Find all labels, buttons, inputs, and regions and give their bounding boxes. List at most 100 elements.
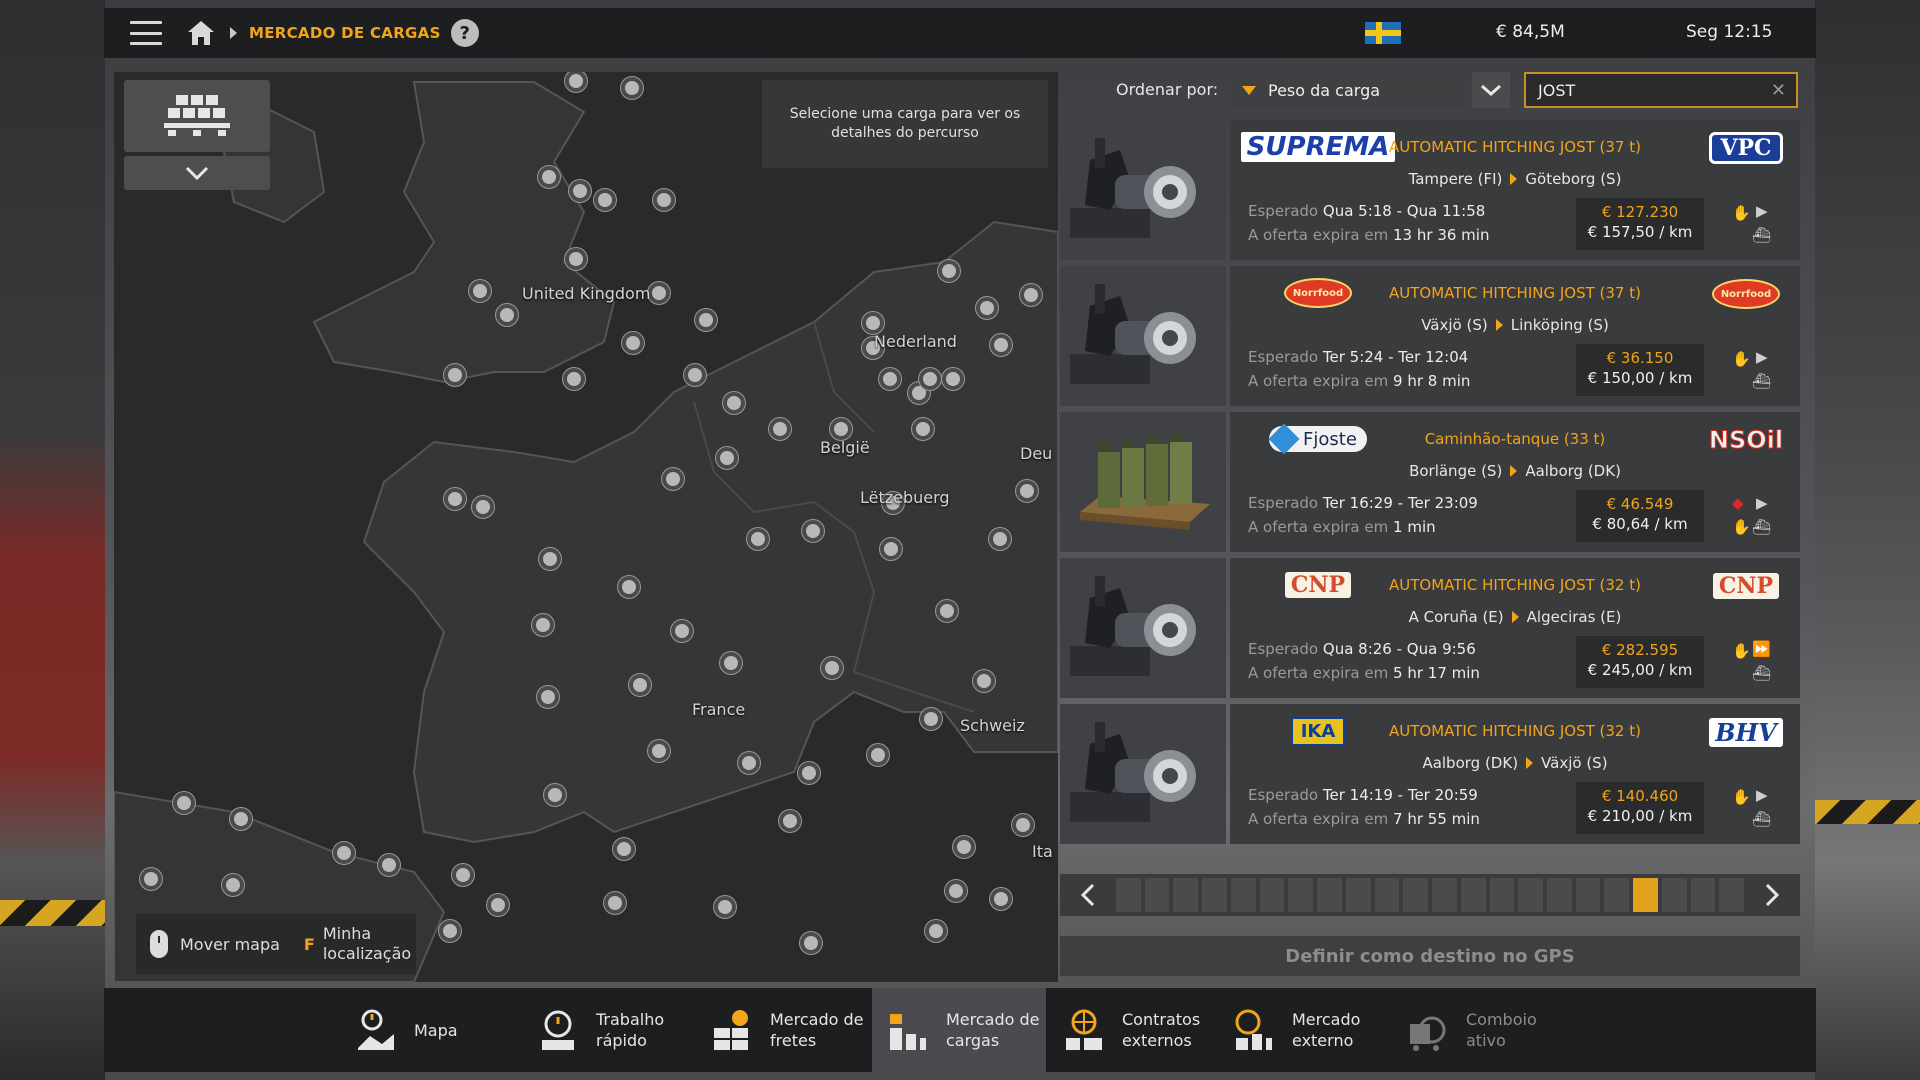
city-marker[interactable]	[537, 686, 559, 708]
city-marker[interactable]	[487, 894, 509, 916]
city-marker[interactable]	[945, 880, 967, 902]
city-marker[interactable]	[496, 304, 518, 326]
city-marker[interactable]	[653, 189, 675, 211]
city-marker[interactable]	[779, 810, 801, 832]
city-marker[interactable]	[613, 838, 635, 860]
city-marker[interactable]	[942, 368, 964, 390]
city-marker[interactable]	[990, 334, 1012, 356]
city-marker[interactable]	[936, 600, 958, 622]
nav-map[interactable]: Mapa	[354, 988, 514, 1072]
city-marker[interactable]	[830, 418, 852, 440]
city-marker[interactable]	[618, 576, 640, 598]
city-marker[interactable]	[714, 896, 736, 918]
city-marker[interactable]	[569, 180, 591, 202]
page-dot[interactable]	[1116, 878, 1141, 912]
city-marker[interactable]	[333, 842, 355, 864]
city-marker[interactable]	[798, 762, 820, 784]
page-dot[interactable]	[1173, 878, 1199, 912]
city-marker[interactable]	[1020, 284, 1042, 306]
city-marker[interactable]	[1012, 814, 1034, 836]
city-marker[interactable]	[976, 297, 998, 319]
city-marker[interactable]	[716, 447, 738, 469]
city-marker[interactable]	[222, 874, 244, 896]
city-marker[interactable]	[720, 652, 742, 674]
page-indicators[interactable]	[1116, 878, 1745, 912]
map-layers-button[interactable]	[124, 80, 270, 152]
city-marker[interactable]	[648, 282, 670, 304]
city-marker[interactable]	[544, 784, 566, 806]
city-marker[interactable]	[862, 312, 884, 334]
nav-external-contracts[interactable]: Contratos externos	[1062, 988, 1232, 1072]
page-dot[interactable]	[1317, 878, 1342, 912]
sort-select[interactable]: Peso da carga	[1228, 72, 1468, 108]
city-marker[interactable]	[563, 368, 585, 390]
next-page-button[interactable]	[1744, 874, 1800, 916]
city-marker[interactable]	[648, 740, 670, 762]
city-marker[interactable]	[629, 674, 651, 696]
page-dot[interactable]	[1661, 878, 1687, 912]
nav-active-convoy[interactable]: Comboio ativo	[1406, 988, 1556, 1072]
page-dot[interactable]	[1460, 878, 1486, 912]
page-dot[interactable]	[1633, 878, 1658, 912]
city-marker[interactable]	[622, 332, 644, 354]
city-marker[interactable]	[594, 189, 616, 211]
page-dot[interactable]	[1690, 878, 1716, 912]
route-map[interactable]: Selecione uma carga para ver os detalhes…	[114, 72, 1058, 982]
page-dot[interactable]	[1259, 878, 1285, 912]
my-location-hint[interactable]: Minha localização	[323, 924, 411, 964]
city-marker[interactable]	[867, 744, 889, 766]
page-dot[interactable]	[1403, 878, 1429, 912]
city-marker[interactable]	[565, 248, 587, 270]
city-marker[interactable]	[684, 364, 706, 386]
page-dot[interactable]	[1374, 878, 1400, 912]
page-dot[interactable]	[1432, 878, 1457, 912]
city-marker[interactable]	[532, 614, 554, 636]
nav-quick-job[interactable]: Trabalho rápido	[536, 988, 696, 1072]
page-dot[interactable]	[1604, 878, 1630, 912]
city-marker[interactable]	[472, 496, 494, 518]
city-marker[interactable]	[671, 620, 693, 642]
city-marker[interactable]	[444, 364, 466, 386]
clear-search-icon[interactable]: ✕	[1771, 80, 1786, 101]
page-dot[interactable]	[1518, 878, 1544, 912]
city-marker[interactable]	[539, 548, 561, 570]
city-marker[interactable]	[920, 708, 942, 730]
cargo-offer[interactable]: CNP CNP AUTOMATIC HITCHING JOST (32 t) A…	[1060, 558, 1800, 698]
city-marker[interactable]	[378, 854, 400, 876]
cargo-offer[interactable]: Fjoste NSOil Caminhão-tanque (33 t) Borl…	[1060, 412, 1800, 552]
search-input[interactable]: JOST ✕	[1524, 72, 1798, 108]
city-marker[interactable]	[912, 418, 934, 440]
city-marker[interactable]	[769, 418, 791, 440]
nav-cargo-market[interactable]: Mercado de cargas	[872, 988, 1046, 1072]
nav-freight-market[interactable]: Mercado de fretes	[710, 988, 876, 1072]
page-dot[interactable]	[1202, 878, 1227, 912]
city-marker[interactable]	[469, 280, 491, 302]
city-marker[interactable]	[695, 309, 717, 331]
city-marker[interactable]	[452, 864, 474, 886]
city-marker[interactable]	[439, 920, 461, 942]
city-marker[interactable]	[604, 892, 626, 914]
page-dot[interactable]	[1345, 878, 1371, 912]
page-dot[interactable]	[1230, 878, 1256, 912]
home-icon[interactable]	[186, 19, 216, 47]
menu-icon[interactable]	[130, 21, 162, 45]
help-icon[interactable]: ?	[450, 19, 479, 47]
city-marker[interactable]	[938, 260, 960, 282]
city-marker[interactable]	[723, 392, 745, 414]
city-marker[interactable]	[800, 932, 822, 954]
city-marker[interactable]	[919, 368, 941, 390]
city-marker[interactable]	[747, 528, 769, 550]
city-marker[interactable]	[621, 77, 643, 99]
city-marker[interactable]	[230, 808, 252, 830]
city-marker[interactable]	[802, 520, 824, 542]
city-marker[interactable]	[989, 528, 1011, 550]
city-marker[interactable]	[973, 670, 995, 692]
city-marker[interactable]	[879, 368, 901, 390]
cargo-offer[interactable]: SUPREMA VPC AUTOMATIC HITCHING JOST (37 …	[1060, 120, 1800, 260]
city-marker[interactable]	[821, 657, 843, 679]
page-dot[interactable]	[1547, 878, 1572, 912]
prev-page-button[interactable]	[1060, 874, 1116, 916]
city-marker[interactable]	[538, 166, 560, 188]
page-dot[interactable]	[1288, 878, 1314, 912]
city-marker[interactable]	[140, 868, 162, 890]
